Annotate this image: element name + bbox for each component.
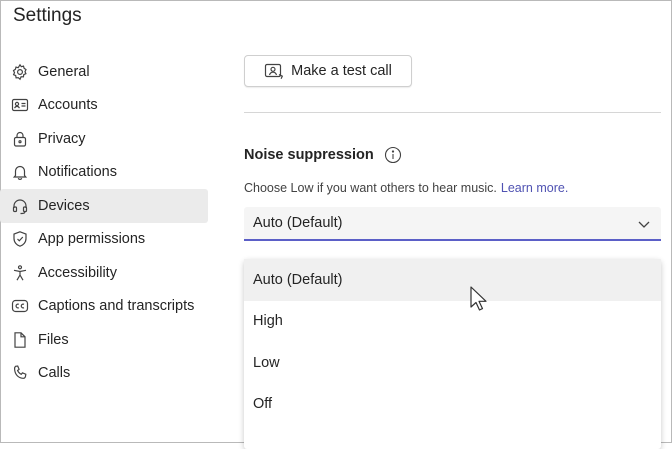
info-icon[interactable] (384, 146, 402, 164)
id-card-icon (11, 96, 29, 114)
sidebar-item-label: App permissions (38, 231, 146, 248)
shield-icon (11, 230, 29, 248)
option-low[interactable]: Low (244, 342, 661, 384)
sidebar-item-notifications[interactable]: Notifications (0, 156, 208, 190)
sidebar-item-label: Notifications (38, 164, 117, 181)
noise-suppression-select[interactable]: Auto (Default) (244, 207, 661, 241)
sidebar-item-privacy[interactable]: Privacy (0, 122, 208, 156)
lock-icon (11, 130, 29, 148)
sidebar-item-label: Devices (38, 197, 90, 214)
select-value: Auto (Default) (253, 215, 343, 231)
closed-captions-icon (11, 297, 29, 315)
bell-icon (11, 163, 29, 181)
sidebar-item-label: Files (38, 331, 69, 348)
page-title: Settings (13, 5, 82, 26)
learn-more-link[interactable]: Learn more. (501, 181, 568, 195)
settings-sidebar: General Accounts Privacy Notifications D… (0, 55, 208, 390)
file-icon (11, 331, 29, 349)
phone-icon (11, 364, 29, 382)
headset-icon (11, 197, 29, 215)
noise-suppression-helper: Choose Low if you want others to hear mu… (244, 181, 568, 195)
noise-suppression-heading: Noise suppression (244, 146, 402, 164)
sidebar-item-calls[interactable]: Calls (0, 357, 208, 391)
helper-text: Choose Low if you want others to hear mu… (244, 181, 497, 195)
sidebar-item-app-permissions[interactable]: App permissions (0, 223, 208, 257)
sidebar-item-label: Captions and transcripts (38, 298, 195, 315)
accessibility-icon (11, 264, 29, 282)
option-high[interactable]: High (244, 301, 661, 343)
mouse-cursor-icon (469, 285, 489, 313)
sidebar-item-files[interactable]: Files (0, 323, 208, 357)
noise-suppression-dropdown: Auto (Default) High Low Off (244, 259, 661, 449)
noise-suppression-title: Noise suppression (244, 147, 374, 163)
test-call-icon (264, 62, 284, 80)
make-test-call-button[interactable]: Make a test call (244, 55, 412, 87)
sidebar-item-label: Calls (38, 365, 71, 382)
gear-icon (11, 63, 29, 81)
sidebar-item-accounts[interactable]: Accounts (0, 89, 208, 123)
sidebar-item-captions[interactable]: Captions and transcripts (0, 290, 208, 324)
sidebar-item-label: Accessibility (38, 264, 117, 281)
sidebar-item-accessibility[interactable]: Accessibility (0, 256, 208, 290)
chevron-down-icon (636, 216, 652, 232)
option-auto-default[interactable]: Auto (Default) (244, 259, 661, 301)
section-divider (244, 112, 661, 113)
sidebar-item-general[interactable]: General (0, 55, 208, 89)
sidebar-item-label: General (38, 63, 90, 80)
sidebar-item-label: Privacy (38, 130, 86, 147)
option-off[interactable]: Off (244, 384, 661, 426)
make-test-call-label: Make a test call (291, 63, 392, 79)
sidebar-item-label: Accounts (38, 97, 98, 114)
sidebar-item-devices[interactable]: Devices (0, 189, 208, 223)
